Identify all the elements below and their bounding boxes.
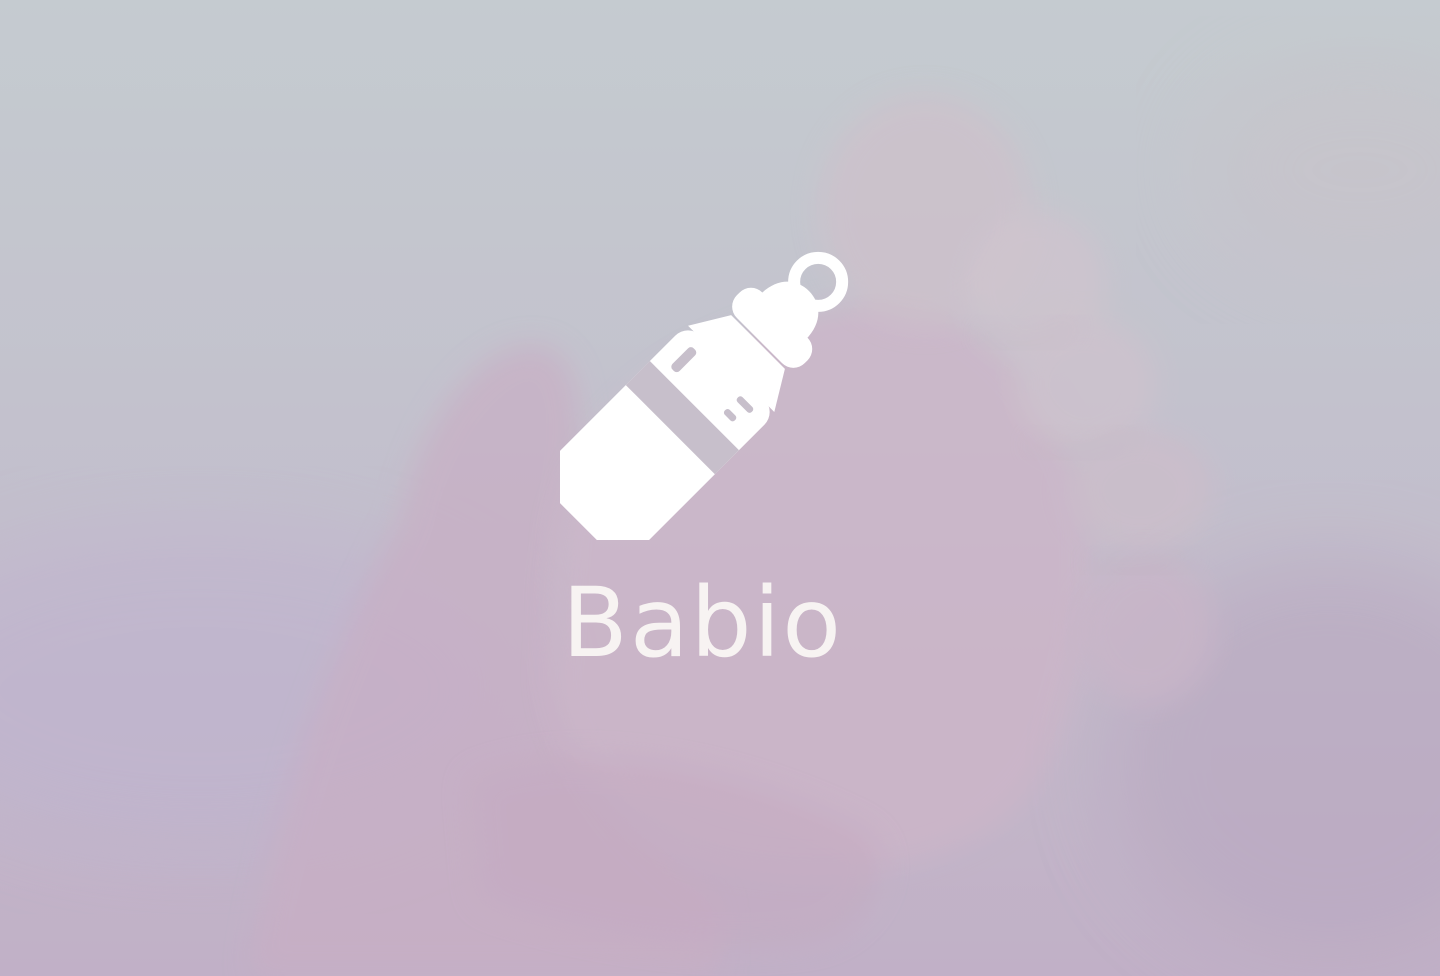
- splash-screen: Babio: [0, 0, 1440, 976]
- baby-bottle-icon: [560, 251, 849, 540]
- app-name: Babio: [561, 567, 844, 679]
